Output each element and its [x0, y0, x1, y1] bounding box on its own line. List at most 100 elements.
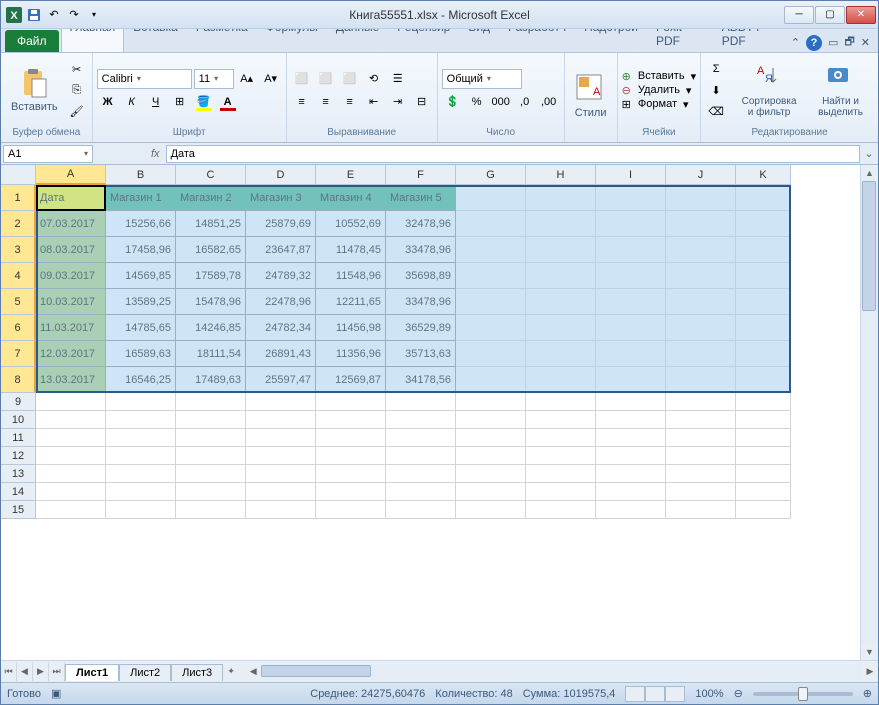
- font-name-combo[interactable]: Calibri▾: [97, 69, 192, 89]
- merge-icon[interactable]: ⊟: [411, 92, 433, 112]
- minimize-button[interactable]: ─: [784, 6, 814, 24]
- col-header-G[interactable]: G: [456, 165, 526, 185]
- cell-B7[interactable]: 16589,63: [106, 341, 176, 367]
- row-header-1[interactable]: 1: [1, 185, 36, 211]
- view-normal-icon[interactable]: [625, 686, 645, 702]
- cell-G9[interactable]: [456, 393, 526, 411]
- cell-H4[interactable]: [526, 263, 596, 289]
- orientation-icon[interactable]: ⟲: [363, 69, 385, 89]
- cell-I7[interactable]: [596, 341, 666, 367]
- cell-C4[interactable]: 17589,78: [176, 263, 246, 289]
- ribbon-restore-icon[interactable]: 🗗: [844, 33, 854, 52]
- insert-cells-button[interactable]: ⊕ Вставить▾: [622, 70, 696, 83]
- cell-D6[interactable]: 24782,34: [246, 315, 316, 341]
- cell-F4[interactable]: 35698,89: [386, 263, 456, 289]
- row-header-14[interactable]: 14: [1, 483, 36, 501]
- col-header-C[interactable]: C: [176, 165, 246, 185]
- col-header-J[interactable]: J: [666, 165, 736, 185]
- indent-dec-icon[interactable]: ⇤: [363, 92, 385, 112]
- cell-D9[interactable]: [246, 393, 316, 411]
- cell-K3[interactable]: [736, 237, 791, 263]
- cell-H13[interactable]: [526, 465, 596, 483]
- cell-C11[interactable]: [176, 429, 246, 447]
- fill-color-icon[interactable]: 🪣: [193, 92, 215, 112]
- cell-J6[interactable]: [666, 315, 736, 341]
- cell-A6[interactable]: 11.03.2017: [36, 315, 106, 341]
- cell-I2[interactable]: [596, 211, 666, 237]
- cut-icon[interactable]: ✂: [66, 59, 88, 79]
- fx-icon[interactable]: fx: [145, 148, 166, 160]
- sheet-nav-prev[interactable]: ◀: [17, 663, 33, 681]
- col-header-K[interactable]: K: [736, 165, 791, 185]
- number-format-combo[interactable]: Общий▾: [442, 69, 522, 89]
- cell-D7[interactable]: 26891,43: [246, 341, 316, 367]
- fill-icon[interactable]: ⬇: [705, 80, 727, 100]
- cell-H3[interactable]: [526, 237, 596, 263]
- cell-J3[interactable]: [666, 237, 736, 263]
- sheet-nav-first[interactable]: ⏮: [1, 663, 17, 681]
- cell-F3[interactable]: 33478,96: [386, 237, 456, 263]
- cell-B2[interactable]: 15256,66: [106, 211, 176, 237]
- cell-D10[interactable]: [246, 411, 316, 429]
- cell-C13[interactable]: [176, 465, 246, 483]
- qat-more-icon[interactable]: ▾: [85, 6, 103, 24]
- new-sheet-icon[interactable]: ✦: [223, 663, 239, 681]
- cell-K12[interactable]: [736, 447, 791, 465]
- cell-G15[interactable]: [456, 501, 526, 519]
- zoom-slider[interactable]: [753, 692, 853, 696]
- cell-B9[interactable]: [106, 393, 176, 411]
- cell-G1[interactable]: [456, 185, 526, 211]
- cell-J13[interactable]: [666, 465, 736, 483]
- cell-K6[interactable]: [736, 315, 791, 341]
- maximize-button[interactable]: ▢: [815, 6, 845, 24]
- cell-J1[interactable]: [666, 185, 736, 211]
- italic-icon[interactable]: К: [121, 92, 143, 112]
- cell-A9[interactable]: [36, 393, 106, 411]
- cell-I4[interactable]: [596, 263, 666, 289]
- cell-A5[interactable]: 10.03.2017: [36, 289, 106, 315]
- cell-D14[interactable]: [246, 483, 316, 501]
- cell-J7[interactable]: [666, 341, 736, 367]
- cell-E8[interactable]: 12569,87: [316, 367, 386, 393]
- cell-E13[interactable]: [316, 465, 386, 483]
- cell-K14[interactable]: [736, 483, 791, 501]
- cell-G13[interactable]: [456, 465, 526, 483]
- cell-F9[interactable]: [386, 393, 456, 411]
- cell-F13[interactable]: [386, 465, 456, 483]
- dec-decimal-icon[interactable]: ,00: [538, 92, 560, 112]
- cell-H14[interactable]: [526, 483, 596, 501]
- horizontal-scrollbar[interactable]: ◀ ▶: [245, 664, 878, 680]
- align-bottom-icon[interactable]: ⬜: [339, 69, 361, 89]
- cell-I14[interactable]: [596, 483, 666, 501]
- cell-C9[interactable]: [176, 393, 246, 411]
- cell-B8[interactable]: 16546,25: [106, 367, 176, 393]
- cell-F15[interactable]: [386, 501, 456, 519]
- cell-K5[interactable]: [736, 289, 791, 315]
- cell-A14[interactable]: [36, 483, 106, 501]
- undo-icon[interactable]: ↶: [45, 6, 63, 24]
- view-layout-icon[interactable]: [645, 686, 665, 702]
- col-header-H[interactable]: H: [526, 165, 596, 185]
- cell-C7[interactable]: 18111,54: [176, 341, 246, 367]
- cell-A13[interactable]: [36, 465, 106, 483]
- cell-K15[interactable]: [736, 501, 791, 519]
- cell-F5[interactable]: 33478,96: [386, 289, 456, 315]
- cell-G3[interactable]: [456, 237, 526, 263]
- copy-icon[interactable]: ⎘: [66, 80, 88, 100]
- cell-E3[interactable]: 11478,45: [316, 237, 386, 263]
- cell-E12[interactable]: [316, 447, 386, 465]
- cell-K1[interactable]: [736, 185, 791, 211]
- cell-B5[interactable]: 13589,25: [106, 289, 176, 315]
- comma-icon[interactable]: 000: [490, 92, 512, 112]
- align-top-icon[interactable]: ⬜: [291, 69, 313, 89]
- cell-G8[interactable]: [456, 367, 526, 393]
- cell-A3[interactable]: 08.03.2017: [36, 237, 106, 263]
- cell-D11[interactable]: [246, 429, 316, 447]
- cell-H9[interactable]: [526, 393, 596, 411]
- cell-H5[interactable]: [526, 289, 596, 315]
- cell-H7[interactable]: [526, 341, 596, 367]
- cell-G11[interactable]: [456, 429, 526, 447]
- cell-K7[interactable]: [736, 341, 791, 367]
- cell-F1[interactable]: Магазин 5: [386, 185, 456, 211]
- cell-J10[interactable]: [666, 411, 736, 429]
